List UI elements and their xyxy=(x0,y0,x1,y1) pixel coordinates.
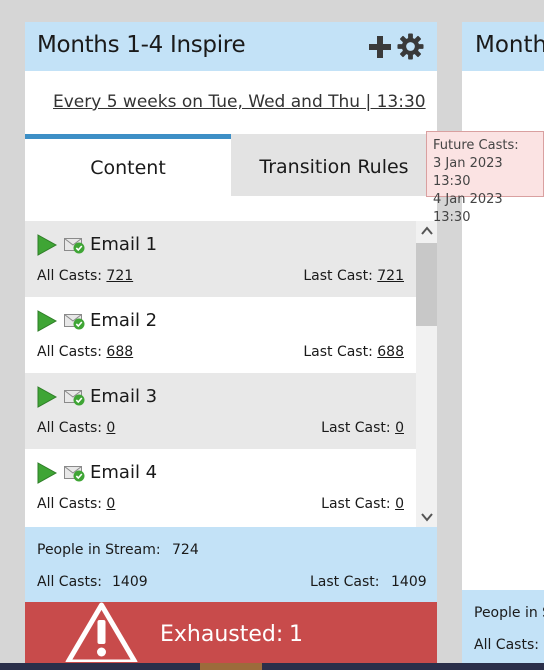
all-casts-value[interactable]: 0 xyxy=(106,420,115,436)
email-name: Email 3 xyxy=(90,386,158,407)
stream-panel: Months 1-4 Inspire Every 5 weeks on Tue,… xyxy=(25,22,437,670)
play-icon xyxy=(37,234,57,256)
email-list: Email 1 All Casts: 721 Last Cast: 721 Em… xyxy=(25,221,437,527)
last-cast: Last Cast: 0 xyxy=(321,420,404,436)
all-casts-value[interactable]: 721 xyxy=(106,268,133,284)
people-in-stream-value: 724 xyxy=(172,542,199,558)
gear-icon[interactable] xyxy=(397,33,424,60)
all-casts: All Casts: 688 xyxy=(37,344,133,360)
scrollbar[interactable] xyxy=(416,221,437,527)
email-approved-icon xyxy=(64,314,85,330)
all-casts: All Casts: 0 xyxy=(37,420,115,436)
chevron-down-icon[interactable] xyxy=(421,511,433,523)
warning-icon xyxy=(65,602,138,662)
stream-header-2: Months 5-8 Inspire xyxy=(462,22,544,71)
bottom-strip xyxy=(0,663,544,670)
play-icon xyxy=(37,310,57,332)
last-cast-label: Last Cast: xyxy=(321,496,391,512)
all-casts-label: All Casts: xyxy=(37,496,102,512)
tab-transition-rules[interactable]: Transition Rules xyxy=(231,134,437,196)
last-cast-label: Last Cast: xyxy=(303,344,373,360)
all-casts-label-2: All Casts: xyxy=(474,637,539,653)
all-casts-label: All Casts: xyxy=(37,268,102,284)
list-item[interactable]: Email 4 All Casts: 0 Last Cast: 0 xyxy=(25,449,416,525)
tooltip-line: 4 Jan 2023 13:30 xyxy=(433,192,503,225)
email-approved-icon xyxy=(64,466,85,482)
list-item[interactable]: Email 2 All Casts: 688 Last Cast: 688 xyxy=(25,297,416,373)
people-in-stream-label: People in Stream: xyxy=(37,542,161,558)
email-name: Email 1 xyxy=(90,234,158,255)
all-casts-value[interactable]: 688 xyxy=(106,344,133,360)
last-cast-value[interactable]: 721 xyxy=(377,268,404,284)
last-cast-value[interactable]: 0 xyxy=(395,496,404,512)
tooltip-title: Future Casts: xyxy=(433,138,519,153)
email-name: Email 2 xyxy=(90,310,158,331)
tab-content[interactable]: Content xyxy=(25,134,231,196)
chevron-up-icon[interactable] xyxy=(421,225,433,237)
schedule-section: Every 5 weeks on Tue, Wed and Thu | 13:3… xyxy=(25,71,437,135)
play-icon xyxy=(37,462,57,484)
exhausted-bar[interactable]: Exhausted: 1 xyxy=(25,602,437,670)
stream-footer: People in Stream: 724 All Casts: 1409 La… xyxy=(25,527,437,602)
stream-title: Months 1-4 Inspire xyxy=(37,32,246,58)
stream-panel-2: Months 5-8 Inspire People in Stream: All… xyxy=(462,22,544,670)
all-casts-label: All Casts: xyxy=(37,420,102,436)
stream-footer-2: People in Stream: All Casts: xyxy=(462,590,544,670)
exhausted-value: 1 xyxy=(289,622,303,647)
all-casts: All Casts: 0 xyxy=(37,496,115,512)
play-icon xyxy=(37,386,57,408)
last-cast: Last Cast: 721 xyxy=(303,268,404,284)
email-approved-icon xyxy=(64,390,85,406)
total-last-cast-value: 1409 xyxy=(391,574,427,590)
all-casts-value[interactable]: 0 xyxy=(106,496,115,512)
list-item[interactable]: Email 1 All Casts: 721 Last Cast: 721 xyxy=(25,221,416,297)
last-cast-value[interactable]: 688 xyxy=(377,344,404,360)
email-approved-icon xyxy=(64,238,85,254)
list-item[interactable]: Email 3 All Casts: 0 Last Cast: 0 xyxy=(25,373,416,449)
total-all-casts-value: 1409 xyxy=(112,574,148,590)
total-all-casts-label: All Casts: xyxy=(37,574,102,590)
stream-header: Months 1-4 Inspire xyxy=(25,22,437,71)
stream-title-2: Months 5-8 Inspire xyxy=(475,32,544,58)
all-casts: All Casts: 721 xyxy=(37,268,133,284)
last-cast-value[interactable]: 0 xyxy=(395,420,404,436)
exhausted-label: Exhausted: xyxy=(160,622,284,647)
tab-bar: Content Transition Rules xyxy=(25,134,437,196)
last-cast: Last Cast: 0 xyxy=(321,496,404,512)
people-in-stream-label-2: People in Stream: xyxy=(474,605,544,621)
total-last-cast-label: Last Cast: xyxy=(310,574,380,590)
future-casts-tooltip: Future Casts: 3 Jan 2023 13:30 4 Jan 202… xyxy=(426,131,544,225)
last-cast-label: Last Cast: xyxy=(321,420,391,436)
bottom-accent xyxy=(200,663,262,670)
scroll-thumb[interactable] xyxy=(416,243,437,326)
schedule-link[interactable]: Every 5 weeks on Tue, Wed and Thu | 13:3… xyxy=(53,92,426,112)
last-cast-label: Last Cast: xyxy=(303,268,373,284)
last-cast: Last Cast: 688 xyxy=(303,344,404,360)
email-name: Email 4 xyxy=(90,462,158,483)
all-casts-label: All Casts: xyxy=(37,344,102,360)
plus-icon[interactable] xyxy=(368,35,392,59)
tooltip-line: 3 Jan 2023 13:30 xyxy=(433,156,503,189)
